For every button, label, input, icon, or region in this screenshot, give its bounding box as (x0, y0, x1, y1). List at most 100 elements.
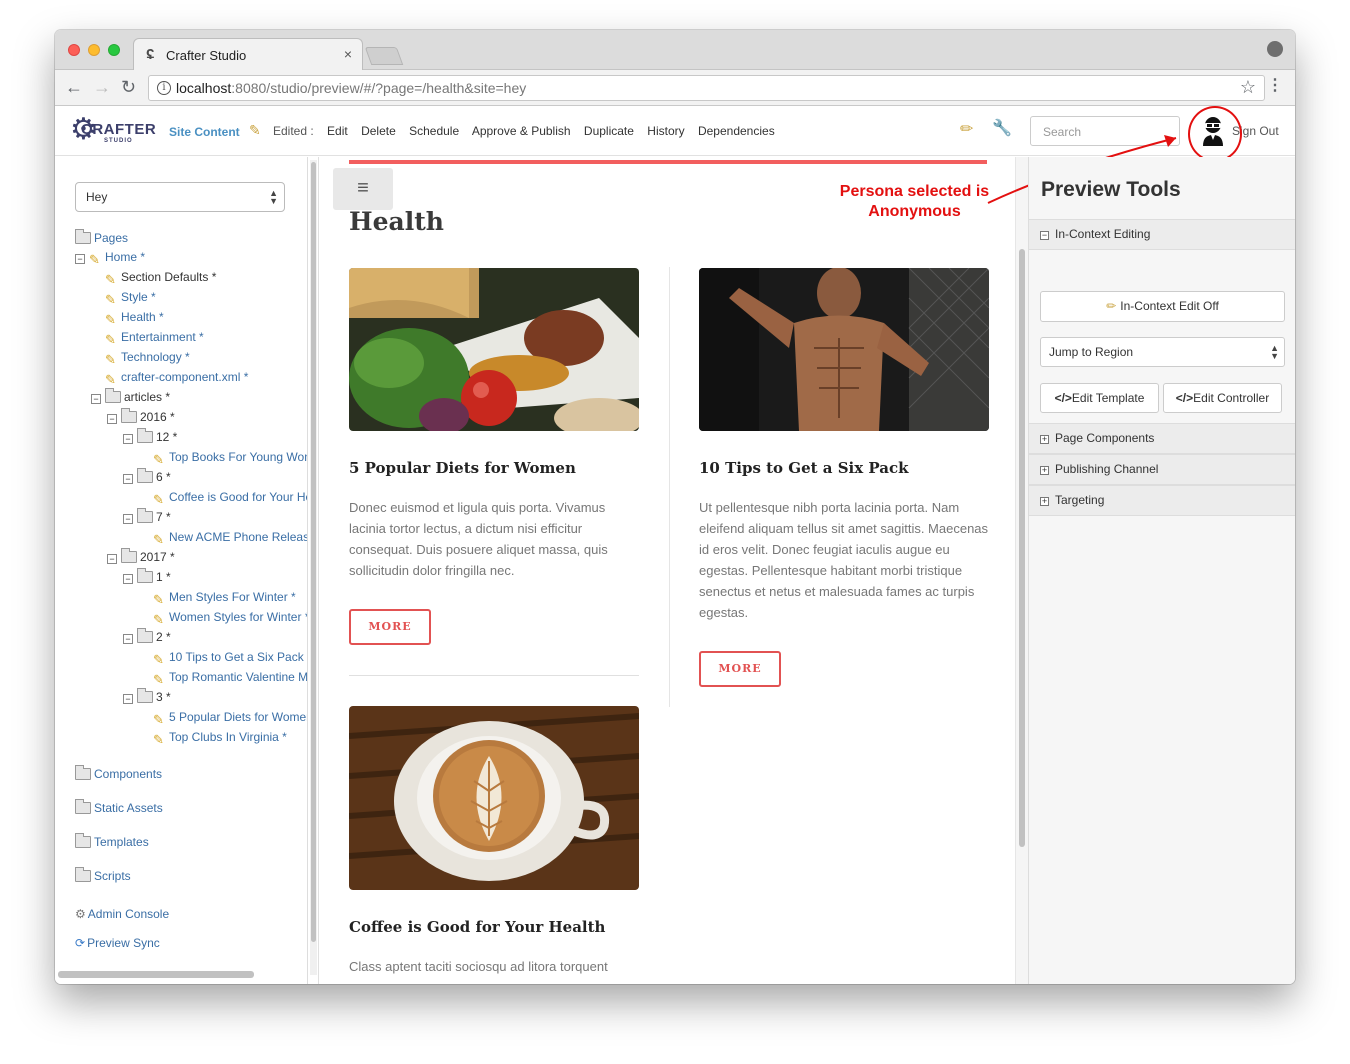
collapse-icon[interactable]: − (123, 514, 133, 524)
close-window-button[interactable] (68, 44, 80, 56)
sidebar-item-templates[interactable]: Templates (75, 833, 149, 851)
edit-template-button[interactable]: </>Edit Template (1040, 383, 1159, 413)
profile-icon[interactable] (1267, 41, 1283, 57)
pages-root[interactable]: Pages (75, 229, 128, 247)
address-bar[interactable]: i localhost:8080/studio/preview/#/?page=… (148, 75, 1265, 101)
tree-page[interactable]: ✎ Entertainment * (105, 328, 204, 346)
page-components-section[interactable]: + Page Components (1029, 423, 1295, 454)
collapse-icon[interactable]: − (123, 434, 133, 444)
collapse-icon[interactable]: − (123, 634, 133, 644)
sidebar-horizontal-scrollbar[interactable] (58, 971, 254, 978)
tree-page[interactable]: ✎ crafter-component.xml * (105, 368, 248, 386)
tree-label: New ACME Phone Released Today * (169, 530, 308, 544)
approve-publish-action[interactable]: Approve & Publish (472, 124, 571, 138)
more-button[interactable]: MORE (699, 651, 781, 687)
collapse-icon[interactable]: − (107, 414, 117, 424)
minimize-window-button[interactable] (88, 44, 100, 56)
pencil-icon[interactable]: ✏ (960, 119, 973, 139)
sidebar-item-scripts[interactable]: Scripts (75, 867, 131, 885)
tree-label: Section Defaults * (121, 270, 217, 284)
tree-label: 1 * (156, 570, 171, 584)
hamburger-menu-icon[interactable]: ≡ (333, 168, 393, 210)
tree-page[interactable]: ✎ Men Styles For Winter * (153, 588, 296, 606)
back-arrow-icon[interactable]: ← (65, 77, 83, 98)
tree-folder[interactable]: − 2016 * (107, 408, 175, 426)
tree-page[interactable]: ✎ Top Books For Young Women * (153, 448, 307, 466)
collapse-icon[interactable]: − (75, 254, 85, 264)
sidebar-vertical-scrollbar[interactable] (310, 160, 317, 975)
new-tab-button[interactable] (364, 47, 404, 65)
tree-folder[interactable]: − 7 * (123, 508, 171, 526)
tree-folder[interactable]: − articles * (91, 388, 170, 406)
in-context-edit-button[interactable]: ✏ In-Context Edit Off (1040, 291, 1285, 322)
publishing-channel-section[interactable]: + Publishing Channel (1029, 454, 1295, 485)
bookmark-star-icon[interactable]: ☆ (1240, 77, 1256, 98)
article-excerpt: Class aptent taciti sociosqu ad litora t… (349, 959, 608, 974)
sidebar-item-preview-sync[interactable]: ⟳ Preview Sync (75, 934, 160, 952)
site-select[interactable]: Hey ▲ ▼ (75, 182, 285, 212)
info-icon[interactable]: i (157, 81, 171, 95)
tab-close-icon[interactable]: × (344, 46, 352, 62)
browser-tab[interactable]: ʢ Crafter Studio × (133, 38, 363, 70)
page-edit-icon: ✎ (153, 492, 164, 507)
more-button[interactable]: MORE (349, 609, 431, 645)
browser-menu-icon[interactable]: ⋮ (1267, 75, 1283, 95)
edit-action[interactable]: Edit (327, 124, 348, 138)
dependencies-action[interactable]: Dependencies (698, 124, 775, 138)
maximize-window-button[interactable] (108, 44, 120, 56)
sidebar-item-admin-console[interactable]: ⚙ Admin Console (75, 905, 169, 923)
tree-page[interactable]: ✎ Women Styles for Winter * (153, 608, 307, 626)
reload-icon[interactable]: ↻ (121, 77, 136, 98)
navigation-bar: ← → ↻ i localhost:8080/studio/preview/#/… (55, 70, 1295, 106)
tree-folder[interactable]: − 2017 * (107, 548, 175, 566)
targeting-section[interactable]: + Targeting (1029, 485, 1295, 516)
collapse-icon[interactable]: − (123, 474, 133, 484)
preview-scrollbar[interactable] (1015, 157, 1028, 984)
history-action[interactable]: History (647, 124, 684, 138)
sidebar-item-components[interactable]: Components (75, 765, 162, 783)
tree-page[interactable]: ✎ Top Clubs In Virginia * (153, 728, 287, 746)
tree-folder[interactable]: − 6 * (123, 468, 171, 486)
tree-folder[interactable]: − 1 * (123, 568, 171, 586)
tree-page[interactable]: ✎ New ACME Phone Released Today * (153, 528, 308, 546)
sidebar-item-static-assets[interactable]: Static Assets (75, 799, 163, 817)
duplicate-action[interactable]: Duplicate (584, 124, 634, 138)
annotation-circle (1188, 106, 1242, 162)
tree-folder[interactable]: − 2 * (123, 628, 171, 646)
schedule-action[interactable]: Schedule (409, 124, 459, 138)
tree-folder[interactable]: − 12 * (123, 428, 177, 446)
tree-page[interactable]: ✎ Technology * (105, 348, 190, 366)
select-arrows-icon: ▲ ▼ (269, 188, 278, 206)
tree-label: Entertainment * (121, 330, 204, 344)
crafter-logo[interactable]: ⚙ CRAFTER STUDIO (70, 110, 156, 150)
article-title[interactable]: 10 Tips to Get a Six Pack (699, 459, 909, 477)
collapse-icon[interactable]: − (123, 694, 133, 704)
tree-page[interactable]: ✎ Top Romantic Valentine Movies * (153, 668, 307, 686)
site-content-link[interactable]: Site Content (169, 125, 240, 139)
tree-page[interactable]: − ✎ Home * (75, 248, 145, 266)
delete-action[interactable]: Delete (361, 124, 396, 138)
collapse-icon[interactable]: − (123, 574, 133, 584)
in-context-editing-section[interactable]: − In-Context Editing (1029, 219, 1295, 250)
collapse-icon[interactable]: − (107, 554, 117, 564)
page-edit-icon: ✎ (153, 652, 164, 667)
article-title[interactable]: 5 Popular Diets for Women (349, 459, 576, 477)
coffee-image[interactable] (349, 706, 639, 890)
tree-folder[interactable]: − 3 * (123, 688, 171, 706)
diet-food-image[interactable] (349, 268, 639, 431)
tree-page[interactable]: ✎ 10 Tips to Get a Six Pack * (153, 648, 307, 667)
tree-page[interactable]: ✎ 5 Popular Diets for Women * (153, 708, 307, 726)
edit-controller-button[interactable]: </>Edit Controller (1163, 383, 1282, 413)
edited-label: Edited : (273, 124, 314, 138)
tree-page[interactable]: ✎ Health * (105, 308, 164, 326)
tree-page[interactable]: ✎ Coffee is Good for Your Health * (153, 488, 307, 507)
forward-arrow-icon[interactable]: → (93, 77, 111, 98)
logo-text: CRAFTER (81, 121, 157, 138)
tree-page[interactable]: ✎ Style * (105, 288, 156, 306)
article-title[interactable]: Coffee is Good for Your Health (349, 918, 605, 936)
tree-page[interactable]: ✎ Section Defaults * (105, 268, 216, 286)
persona-annotation: Persona selected is Anonymous (839, 183, 990, 220)
six-pack-image[interactable] (699, 268, 989, 431)
collapse-icon[interactable]: − (91, 394, 101, 404)
jump-to-region-select[interactable]: Jump to Region ▲ ▼ (1040, 337, 1285, 367)
